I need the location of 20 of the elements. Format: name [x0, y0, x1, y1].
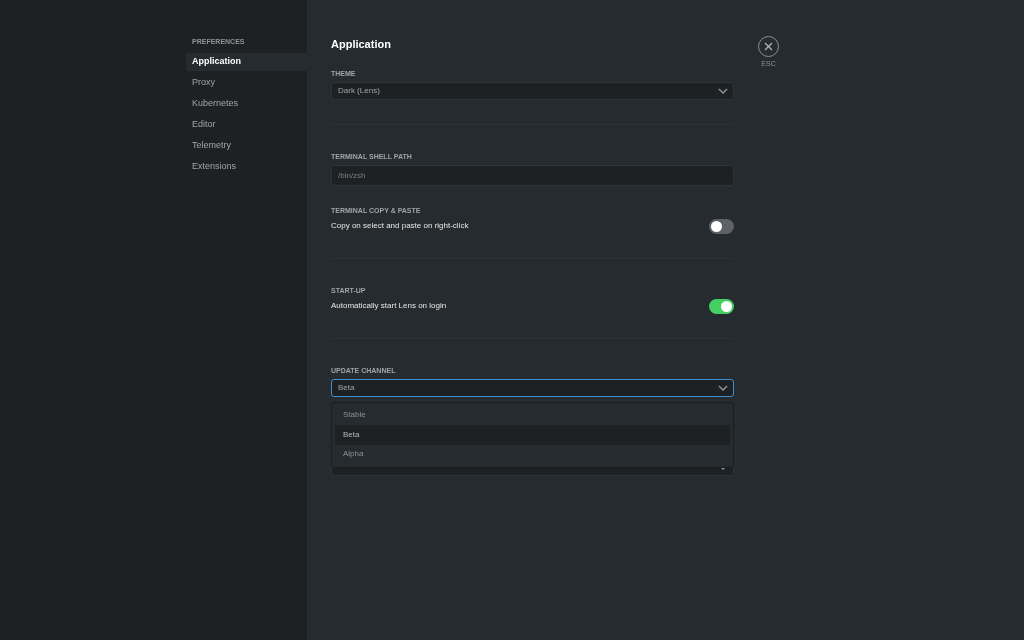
- select-field[interactable]: Beta: [331, 378, 734, 397]
- toggle-switch[interactable]: [709, 298, 734, 314]
- shell-path-field[interactable]: /bin/zsh: [331, 164, 734, 186]
- sidebar-item[interactable]: Kubernetes: [186, 94, 307, 113]
- select-value: Dark (Lens): [338, 84, 380, 97]
- dropdown-option[interactable]: Beta: [335, 425, 730, 445]
- toggle-text: Copy on select and paste on right-click: [331, 220, 469, 232]
- sidebar-item[interactable]: Proxy: [186, 73, 307, 92]
- toggle-text: Automatically start Lens on login: [331, 300, 447, 312]
- page-title: Application: [331, 37, 392, 52]
- close-icon: [764, 42, 773, 51]
- chevron-down-icon: [718, 87, 728, 94]
- sidebar-item[interactable]: Editor: [186, 115, 307, 134]
- chevron-down-icon: [718, 384, 728, 391]
- sidebar-item[interactable]: Application: [186, 52, 307, 71]
- sidebar-item[interactable]: Telemetry: [186, 136, 307, 155]
- select-value: Beta: [338, 381, 355, 394]
- toggle-switch[interactable]: [709, 218, 734, 234]
- sidebar-item[interactable]: Extensions: [186, 157, 307, 176]
- select-field[interactable]: Dark (Lens): [331, 81, 734, 100]
